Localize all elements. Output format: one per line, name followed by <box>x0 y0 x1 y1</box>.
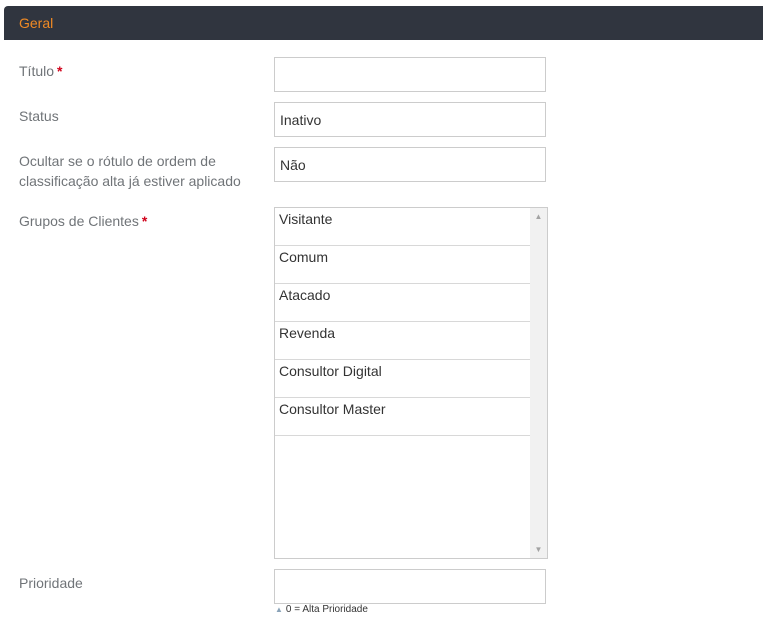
customer-groups-options: Visitante Comum Atacado Revenda Consulto… <box>275 208 530 436</box>
priority-help-text: 0 = Alta Prioridade <box>285 604 368 615</box>
status-label: Status <box>19 108 59 124</box>
title-label: Título * <box>19 61 259 81</box>
hide-label: Ocultar se o rótulo de ordem de classifi… <box>19 153 241 189</box>
customer-groups-label-text: Grupos de Clientes <box>19 213 139 229</box>
triangle-up-icon: ▲ <box>275 605 283 614</box>
customer-group-option[interactable]: Comum <box>275 246 530 284</box>
customer-groups-label: Grupos de Clientes * <box>19 211 259 231</box>
customer-group-option[interactable]: Visitante <box>275 208 530 246</box>
customer-group-option[interactable]: Revenda <box>275 322 530 360</box>
scroll-up-arrow-icon[interactable]: ▲ <box>530 208 547 225</box>
title-input[interactable] <box>274 57 546 92</box>
title-label-text: Título <box>19 63 55 79</box>
section-title: Geral <box>19 15 54 31</box>
scroll-down-arrow-icon[interactable]: ▼ <box>530 541 547 558</box>
priority-help: ▲ 0 = Alta Prioridade <box>275 604 368 615</box>
customer-group-option[interactable]: Consultor Master <box>275 398 530 436</box>
status-select[interactable]: Inativo <box>274 102 546 137</box>
customer-groups-required-mark: * <box>141 213 148 229</box>
title-required-mark: * <box>57 63 63 79</box>
priority-input[interactable] <box>274 569 546 604</box>
section-header: Geral <box>4 6 763 40</box>
options-scrollbar[interactable]: ▲ ▼ <box>530 208 547 558</box>
customer-group-option[interactable]: Consultor Digital <box>275 360 530 398</box>
priority-label: Prioridade <box>19 575 83 591</box>
hide-select[interactable]: Não <box>274 147 546 182</box>
customer-groups-multiselect[interactable]: Visitante Comum Atacado Revenda Consulto… <box>274 207 548 559</box>
customer-group-option[interactable]: Atacado <box>275 284 530 322</box>
